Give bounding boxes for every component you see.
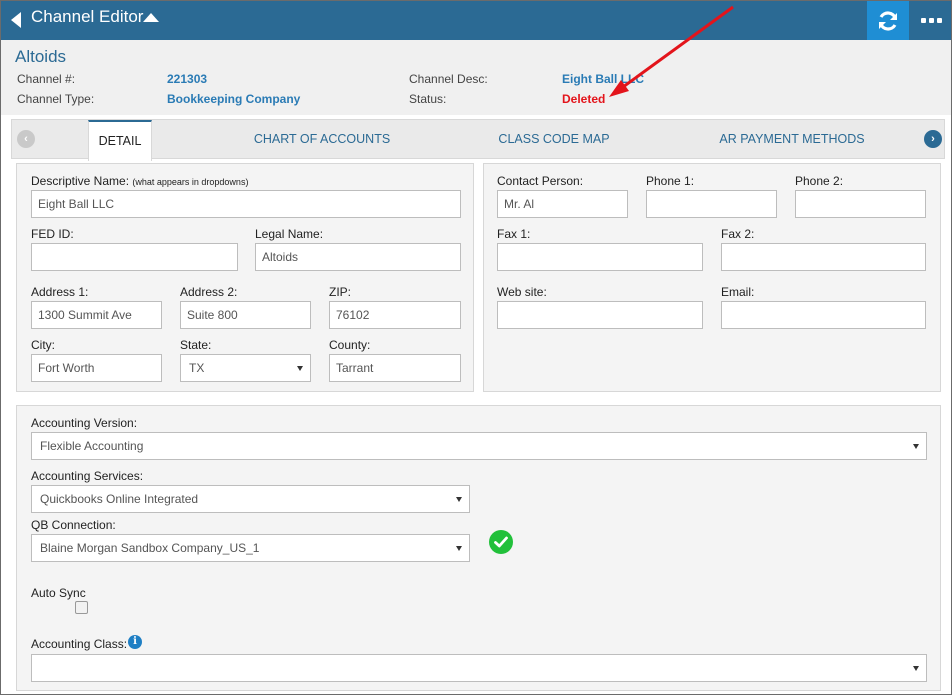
phone2-label: Phone 2: [795,174,844,188]
state-label: State: [180,338,212,352]
channel-editor-window: Channel Editor Altoids Channel #: 221303… [0,0,952,695]
address1-label: Address 1: [31,285,89,299]
fax1-label: Fax 1: [497,227,531,241]
chevron-down-icon [297,366,303,371]
refresh-icon [878,10,898,31]
chevron-left-icon[interactable] [11,12,21,28]
chevron-down-icon [913,666,919,671]
accounting-panel: Accounting Version: Flexible Accounting … [16,405,941,691]
channel-desc-label: Channel Desc: [409,72,488,86]
page-title: Channel Editor [31,7,144,26]
legal-name-label: Legal Name: [255,227,324,241]
accounting-services-select[interactable]: Quickbooks Online Integrated [31,485,470,513]
address-panel: Descriptive Name: (what appears in dropd… [16,163,474,392]
contact-person-input[interactable]: Mr. Al [497,190,628,218]
website-label: Web site: [497,285,547,299]
descriptive-name-label: Descriptive Name: (what appears in dropd… [31,174,249,188]
more-button[interactable] [909,1,951,40]
tab-bar: ‹ DETAIL CHART OF ACCOUNTS CLASS CODE MA… [11,119,945,161]
accounting-class-label: Accounting Class: [31,637,128,651]
phone1-input[interactable] [646,190,777,218]
status-label: Status: [409,92,447,106]
channel-type-label: Channel Type: [17,92,95,106]
chevron-left-icon[interactable]: ‹ [17,130,35,148]
phone2-input[interactable] [795,190,926,218]
chevron-down-icon [456,546,462,551]
city-input[interactable]: Fort Worth [31,354,162,382]
channel-type-value: Bookkeeping Company [167,92,301,106]
legal-name-input[interactable]: Altoids [255,243,461,271]
info-icon[interactable]: i [128,635,142,649]
tab-class-code-map[interactable]: CLASS CODE MAP [484,120,624,160]
fax1-input[interactable] [497,243,703,271]
chevron-down-icon [913,444,919,449]
accounting-services-value: Quickbooks Online Integrated [40,492,199,506]
chevron-right-icon[interactable]: › [924,130,942,148]
address2-label: Address 2: [180,285,238,299]
county-input[interactable]: Tarrant [329,354,461,382]
zip-input[interactable]: 76102 [329,301,461,329]
more-dots-icon [920,18,942,23]
tab-ar-payment-methods[interactable]: AR PAYMENT METHODS [707,120,877,160]
fax2-label: Fax 2: [721,227,755,241]
top-bar: Channel Editor [1,1,951,40]
channel-number-value: 221303 [167,72,208,86]
zip-label: ZIP: [329,285,352,299]
chevron-down-icon [456,497,462,502]
email-label: Email: [721,285,755,299]
status-value: Deleted [562,92,606,106]
fed-id-label: FED ID: [31,227,74,241]
accounting-version-value: Flexible Accounting [40,439,144,453]
address1-input[interactable]: 1300 Summit Ave [31,301,162,329]
accounting-version-label: Accounting Version: [31,416,138,430]
descriptive-name-input[interactable]: Eight Ball LLC [31,190,461,218]
auto-sync-label: Auto Sync [31,586,86,600]
phone1-label: Phone 1: [646,174,695,188]
check-circle-icon [489,530,513,554]
channel-number-label: Channel #: [17,72,76,86]
qb-connection-select[interactable]: Blaine Morgan Sandbox Company_US_1 [31,534,470,562]
refresh-button[interactable] [867,1,909,40]
qb-connection-value: Blaine Morgan Sandbox Company_US_1 [40,541,260,555]
contact-person-label: Contact Person: [497,174,584,188]
county-label: County: [329,338,371,352]
state-value: TX [189,361,205,375]
accounting-services-label: Accounting Services: [31,469,144,483]
channel-desc-value: Eight Ball LLC [562,72,644,86]
tab-detail[interactable]: DETAIL [88,120,152,161]
channel-header: Altoids Channel #: 221303 Channel Type: … [1,40,951,115]
contact-panel: Contact Person: Mr. Al Phone 1: Phone 2:… [483,163,941,392]
fed-id-input[interactable] [31,243,238,271]
state-select[interactable]: TX [180,354,311,382]
accounting-version-select[interactable]: Flexible Accounting [31,432,927,460]
caret-up-icon[interactable] [143,13,159,22]
channel-name: Altoids [15,47,67,66]
email-input[interactable] [721,301,926,329]
address2-input[interactable]: Suite 800 [180,301,311,329]
fax2-input[interactable] [721,243,926,271]
auto-sync-checkbox[interactable] [75,601,88,614]
qb-connection-label: QB Connection: [31,518,116,532]
city-label: City: [31,338,55,352]
accounting-class-select[interactable] [31,654,927,682]
website-input[interactable] [497,301,703,329]
tab-chart-of-accounts[interactable]: CHART OF ACCOUNTS [242,120,402,160]
